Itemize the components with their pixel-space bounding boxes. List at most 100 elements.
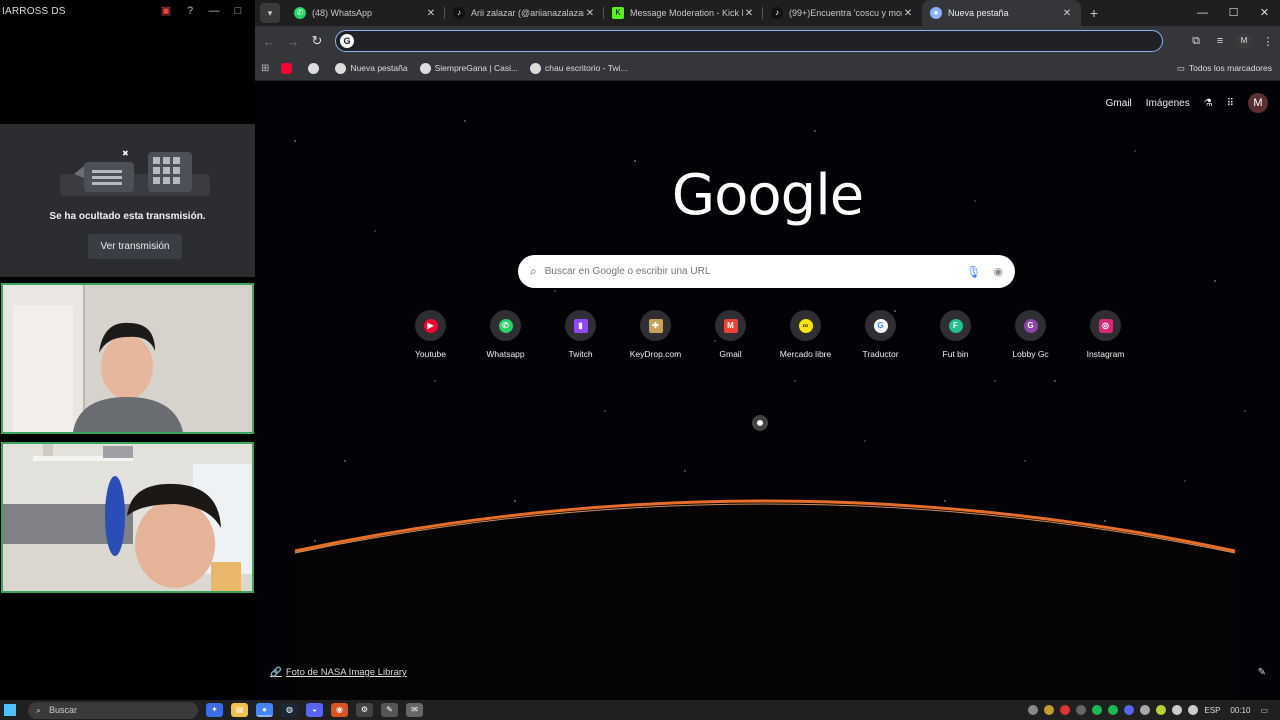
minimize-window-icon[interactable]: — [1187, 0, 1218, 26]
search-input[interactable] [544, 266, 957, 277]
tab-title: Message Moderation - Kick Da [630, 8, 743, 18]
shortcut-mercado-libre[interactable]: ∞ Mercado libre [768, 310, 843, 359]
tray-icon[interactable] [1140, 705, 1151, 715]
bookmark-chrome[interactable] [308, 62, 323, 74]
shortcut-tile: F [940, 310, 971, 341]
shortcut-twitch[interactable]: ▮ Twitch [543, 310, 618, 359]
shortcut-keydrop[interactable]: ✚ KeyDrop.com [618, 310, 693, 359]
new-tab-button[interactable]: + [1081, 0, 1107, 26]
language-indicator[interactable]: ESP [1204, 706, 1220, 715]
futbin-icon: F [948, 318, 963, 333]
shortcut-whatsapp[interactable]: ✆ Whatsapp [468, 310, 543, 359]
bookmark-siempregana[interactable]: SiempreGana | Casi... [419, 62, 518, 74]
discord-icon[interactable]: ◒ [306, 703, 323, 717]
tab-tiktok-profile[interactable]: ♪ Arii zalazar (@ariianazalazar) | T ✕ [445, 0, 604, 26]
close-tab-icon[interactable]: ✕ [902, 8, 914, 19]
omnibox[interactable]: G [335, 30, 1163, 52]
shortcut-tile: ▶ [415, 310, 446, 341]
gmail-icon: M [723, 318, 738, 333]
minimize-icon[interactable]: — [207, 4, 221, 18]
close-tab-icon[interactable]: ✕ [425, 8, 437, 19]
extensions-icon[interactable]: ⧉ [1184, 35, 1208, 48]
steam-icon[interactable]: ◍ [281, 703, 298, 717]
customize-pencil-icon[interactable]: ✎ [1258, 667, 1266, 678]
webcam-tile-2[interactable] [1, 442, 254, 593]
webcam-tile-1[interactable] [1, 283, 254, 434]
tray-icon[interactable] [1124, 705, 1135, 715]
shortcut-gmail[interactable]: M Gmail [693, 310, 768, 359]
bookmark-nueva-pestana[interactable]: Nueva pestaña [335, 62, 408, 74]
tray-icon[interactable] [1156, 705, 1167, 715]
ntp-top-links: Gmail Imágenes ⚗ ⠿ M [1092, 93, 1268, 113]
copilot-icon[interactable]: ✦ [206, 703, 223, 717]
app-icon[interactable]: ✎ [381, 703, 398, 717]
microphone-icon[interactable]: 🎙 [966, 265, 981, 279]
channel-name: IARROSS DS [2, 5, 66, 17]
google-apps-icon[interactable]: ⠿ [1227, 98, 1234, 109]
all-bookmarks-button[interactable]: ▭ Todos los marcadores [1177, 63, 1272, 74]
close-tab-icon[interactable]: ✕ [1061, 8, 1073, 19]
chrome-taskbar-icon[interactable]: ● [256, 703, 273, 717]
popout-icon[interactable]: ▣ [159, 4, 173, 18]
tray-icon[interactable] [1076, 705, 1087, 715]
shortcut-youtube[interactable]: ▶ Youtube [393, 310, 468, 359]
shortcut-futbin[interactable]: F Fut bin [918, 310, 993, 359]
tray-icon[interactable] [1044, 705, 1055, 715]
taskbar-search[interactable]: ⌕ Buscar [28, 701, 198, 719]
ntp-search-box[interactable]: ⌕ 🎙 ◉ [518, 255, 1015, 288]
tray-icon[interactable] [1060, 705, 1071, 715]
address-bar-input[interactable] [360, 35, 1162, 47]
file-explorer-icon[interactable]: ▤ [231, 703, 248, 717]
volume-icon[interactable] [1188, 705, 1199, 715]
shortcut-tile: ∞ [790, 310, 821, 341]
menu-kebab-icon[interactable]: ⋮ [1256, 35, 1280, 48]
account-avatar[interactable]: M [1248, 93, 1268, 113]
search-icon: ⌕ [530, 264, 537, 278]
reload-icon[interactable]: ↻ [305, 33, 329, 49]
back-icon[interactable]: ← [257, 34, 281, 49]
forward-icon[interactable]: → [281, 34, 305, 49]
bookmark-chau-escritorio[interactable]: chau escritorio - Twi... [530, 62, 628, 74]
images-link[interactable]: Imágenes [1146, 98, 1190, 109]
notifications-icon[interactable]: ▭ [1260, 706, 1268, 715]
windows-start-icon[interactable] [4, 704, 16, 716]
tab-whatsapp[interactable]: ✆ (48) WhatsApp ✕ [286, 0, 445, 26]
apps-grid-icon[interactable]: ⊞ [261, 63, 269, 74]
webcam-video-1 [3, 285, 252, 432]
close-tab-icon[interactable]: ✕ [743, 8, 755, 19]
photo-credit-link[interactable]: 🔗 Foto de NASA Image Library [270, 667, 407, 678]
globe-icon [335, 62, 347, 74]
shortcut-tile: G [1015, 310, 1046, 341]
gmail-link[interactable]: Gmail [1106, 98, 1132, 109]
tab-new-tab[interactable]: ● Nueva pestaña ✕ [922, 0, 1081, 26]
labs-flask-icon[interactable]: ⚗ [1204, 98, 1213, 109]
close-tab-icon[interactable]: ✕ [584, 8, 596, 19]
maximize-window-icon[interactable]: ☐ [1218, 0, 1249, 26]
media-controls-icon[interactable]: ≡ [1208, 35, 1232, 47]
keydrop-icon: ✚ [648, 318, 663, 333]
bookmark-youtube[interactable] [281, 62, 296, 74]
view-stream-button[interactable]: Ver transmisión [88, 234, 182, 259]
profile-avatar[interactable]: M [1236, 33, 1252, 49]
obs-icon[interactable]: ◉ [331, 703, 348, 717]
shortcut-traductor[interactable]: G Traductor [843, 310, 918, 359]
taskbar-apps: ✦ ▤ ● ◍ ◒ ◉ ⚙ ✎ ✉ [206, 703, 431, 717]
clock[interactable]: 00:10 [1230, 706, 1250, 715]
tray-icon[interactable] [1028, 705, 1039, 715]
google-lens-icon[interactable]: ◉ [993, 265, 1003, 278]
network-icon[interactable] [1172, 705, 1183, 715]
maximize-icon[interactable]: □ [231, 4, 245, 18]
tray-icon[interactable] [1092, 705, 1103, 715]
shortcut-lobby-gc[interactable]: G Lobby Gc [993, 310, 1068, 359]
tab-kick-moderation[interactable]: K Message Moderation - Kick Da ✕ [604, 0, 763, 26]
shortcut-instagram[interactable]: ◎ Instagram [1068, 310, 1143, 359]
tray-icon[interactable] [1108, 705, 1119, 715]
app-icon[interactable]: ✉ [406, 703, 423, 717]
new-tab-page: Gmail Imágenes ⚗ ⠿ M Google ⌕ 🎙 ◉ ▶Youtu… [255, 81, 1280, 700]
app-icon[interactable]: ⚙ [356, 703, 373, 717]
tab-tiktok-search[interactable]: ♪ (99+)Encuentra 'coscu y momo ✕ [763, 0, 922, 26]
close-window-icon[interactable]: ✕ [1249, 0, 1280, 26]
google-translate-icon: G [873, 318, 888, 333]
help-icon[interactable]: ? [183, 4, 197, 18]
tab-search-icon[interactable]: ▾ [260, 3, 280, 23]
